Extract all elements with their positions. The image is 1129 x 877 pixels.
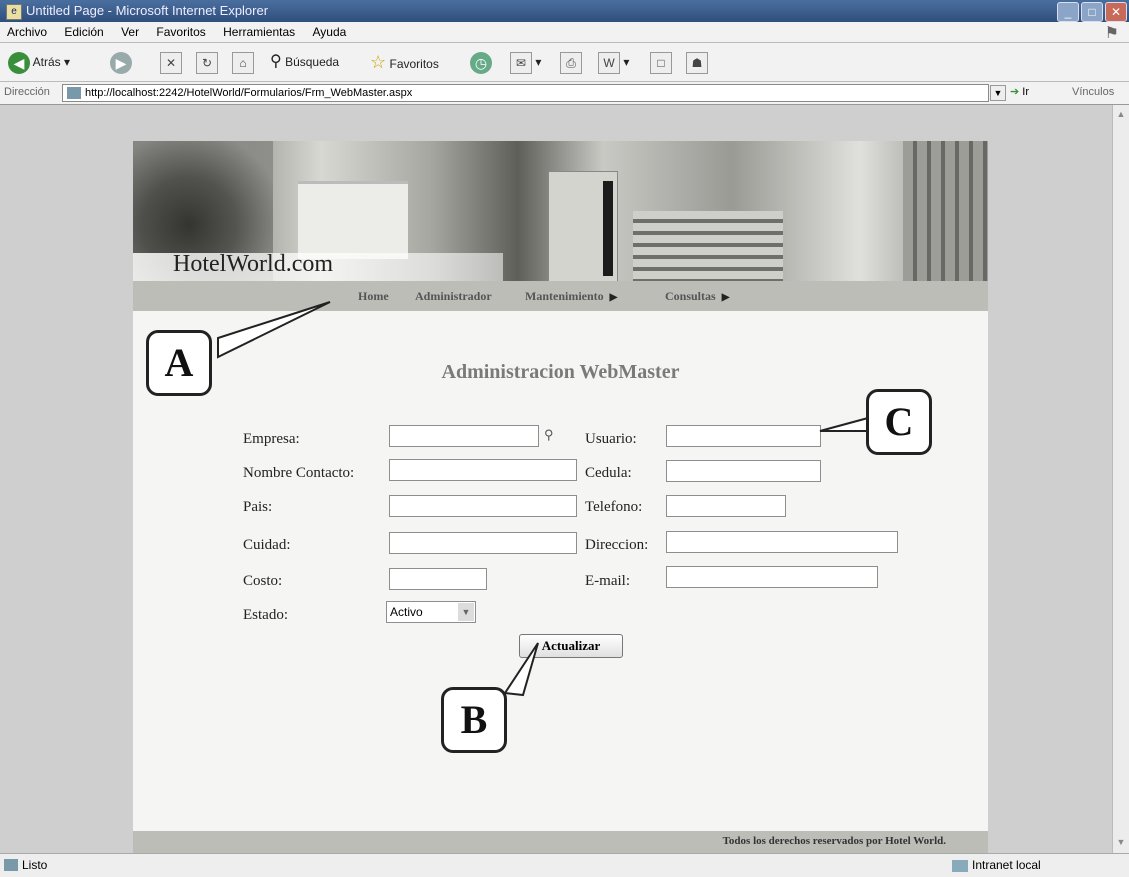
discuss-icon: □ (650, 51, 672, 74)
back-arrow-icon: ◀ (8, 51, 30, 74)
edit-button[interactable]: W ▾ (598, 50, 629, 74)
menu-bar: Archivo Edición Ver Favoritos Herramient… (0, 22, 1129, 43)
menu-ver[interactable]: Ver (114, 22, 146, 42)
discuss-button[interactable]: □ (650, 50, 672, 74)
messenger-icon: ☗ (686, 51, 708, 74)
history-button[interactable]: ◷ (470, 50, 492, 74)
callout-c-pointer (819, 416, 869, 432)
menu-ayuda[interactable]: Ayuda (306, 22, 354, 42)
page-viewport: HotelWorld.com Home Administrador Manten… (0, 105, 1112, 853)
search-button[interactable]: ⚲ Búsqueda (270, 50, 339, 74)
menu-favoritos[interactable]: Favoritos (149, 22, 212, 42)
favorites-label: Favoritos (389, 57, 439, 71)
address-input[interactable]: http://localhost:2242/HotelWorld/Formula… (62, 84, 989, 102)
star-icon: ☆ (370, 52, 387, 72)
address-url: http://localhost:2242/HotelWorld/Formula… (85, 87, 413, 99)
intranet-icon (952, 859, 968, 872)
search-label: Búsqueda (285, 55, 340, 69)
menu-archivo[interactable]: Archivo (0, 22, 54, 42)
callout-a: A (146, 330, 212, 396)
address-dropdown[interactable]: ▼ (990, 85, 1006, 101)
status-bar: Listo Intranet local (0, 853, 1129, 877)
home-button[interactable]: ⌂ (232, 50, 254, 74)
word-icon: W (598, 51, 620, 74)
scroll-down-icon[interactable]: ▼ (1115, 837, 1127, 849)
zone-label: Intranet local (972, 858, 1041, 872)
callout-a-pointer (217, 301, 331, 359)
mail-button[interactable]: ✉ ▾ (510, 50, 541, 74)
window-title: Untitled Page - Microsoft Internet Explo… (26, 3, 269, 18)
callout-b-pointer (503, 642, 539, 697)
window-titlebar: e Untitled Page - Microsoft Internet Exp… (0, 0, 1129, 22)
forward-arrow-icon: ▶ (110, 51, 132, 74)
go-button[interactable]: ➔ Ir (1010, 85, 1029, 98)
refresh-icon: ↻ (196, 51, 218, 74)
callout-b: B (441, 687, 507, 753)
mail-icon: ✉ (510, 51, 532, 74)
minimize-button[interactable]: _ (1057, 2, 1079, 22)
address-bar: Dirección http://localhost:2242/HotelWor… (0, 82, 1129, 105)
stop-button[interactable]: ✕ (160, 50, 182, 74)
page-icon (67, 87, 81, 99)
print-button[interactable]: ⎙ (560, 50, 582, 74)
go-arrow-icon: ➔ (1010, 86, 1020, 98)
go-label: Ir (1022, 86, 1030, 98)
history-icon: ◷ (470, 51, 492, 74)
callout-pointers (217, 301, 869, 697)
refresh-button[interactable]: ↻ (196, 50, 218, 74)
address-label: Dirección (4, 86, 50, 98)
close-button[interactable]: ✕ (1105, 2, 1127, 22)
home-icon: ⌂ (232, 51, 254, 74)
menu-edicion[interactable]: Edición (57, 22, 110, 42)
security-zone: Intranet local (952, 858, 1041, 872)
maximize-button[interactable]: □ (1081, 2, 1103, 22)
favorites-button[interactable]: ☆ Favoritos (370, 50, 439, 74)
page-icon (4, 859, 18, 871)
browser-toolbar: ◀ Atrás ▾ ▶ ✕ ↻ ⌂ ⚲ Búsqueda ☆ Favoritos… (0, 43, 1129, 82)
ie-icon: e (6, 4, 22, 20)
vertical-scrollbar[interactable]: ▲ ▼ (1112, 105, 1129, 853)
scroll-up-icon[interactable]: ▲ (1115, 109, 1127, 121)
back-label: Atrás (32, 55, 61, 69)
menu-herramientas[interactable]: Herramientas (216, 22, 302, 42)
printer-icon: ⎙ (560, 51, 582, 74)
back-button[interactable]: ◀ Atrás ▾ (8, 50, 70, 74)
windows-logo-icon: ⚑ (1104, 25, 1119, 42)
forward-button[interactable]: ▶ (110, 50, 132, 74)
links-label[interactable]: Vínculos (1072, 86, 1114, 98)
magnifier-icon: ⚲ (270, 53, 282, 70)
messenger-button[interactable]: ☗ (686, 50, 708, 74)
callout-c: C (866, 389, 932, 455)
stop-icon: ✕ (160, 51, 182, 74)
status-text: Listo (22, 858, 48, 872)
